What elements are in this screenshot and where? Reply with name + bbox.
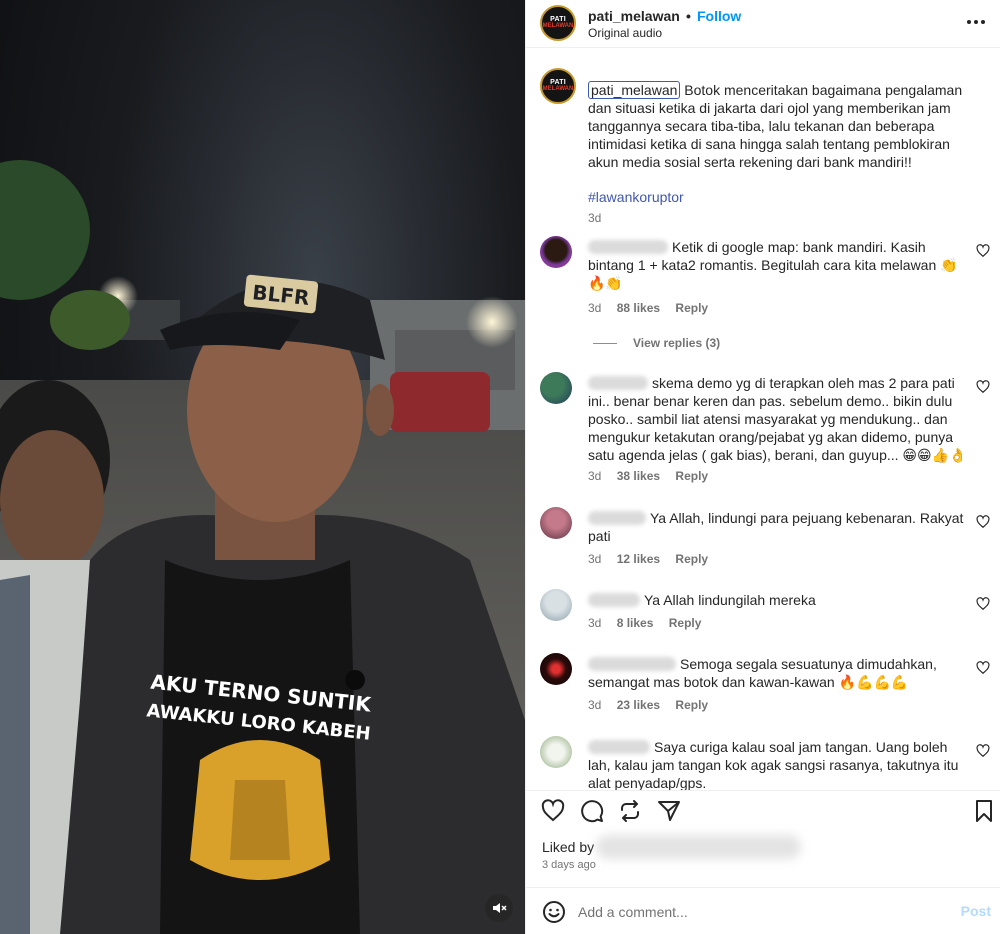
video-player[interactable]: AKU TERNO SUNTIK AWAKKU LORO KABEH BLFR [0,0,525,934]
mute-icon [493,903,507,913]
post-panel: PATI MELAWAN pati_melawan • Follow Origi… [525,0,1000,934]
comment-time: 3d [588,552,602,566]
caption-username[interactable]: pati_melawan [588,81,681,99]
caption-text-block: pati_melawan Botok menceritakan bagaiman… [588,81,978,171]
commenter-username[interactable] [588,740,650,754]
follow-button[interactable]: Follow [697,8,741,24]
liked-by-label[interactable]: Liked by [542,839,594,855]
commenter-avatar[interactable] [540,372,572,404]
heart-icon[interactable] [976,380,990,394]
comments-scroll[interactable]: PATI MELAWAN pati_melawan Botok mencerit… [526,58,1000,790]
add-comment-bar: Post [526,887,1000,934]
caption-avatar[interactable]: PATI MELAWAN [540,68,576,104]
comment-meta: 3d 12 likes Reply [588,552,720,566]
comment-meta: 3d 8 likes Reply [588,616,713,630]
comment-body: Semoga segala sesuatunya dimudahkan, sem… [588,655,968,691]
bookmark-icon[interactable] [972,799,996,823]
post-actions: Liked by 3 days ago [526,790,1000,886]
logo-text-1: PATI [550,16,566,23]
comment-time: 3d [588,301,602,315]
heart-icon[interactable] [976,661,990,675]
comment-likes[interactable]: 38 likes [617,469,660,483]
comment-time: 3d [588,469,602,483]
reply-button[interactable]: Reply [675,301,708,315]
comment-likes[interactable]: 8 likes [617,616,654,630]
hashtag-link[interactable]: #lawankoruptor [588,189,684,205]
comment-text: Ya Allah lindungilah mereka [644,592,816,608]
audio-label[interactable]: Original audio [588,26,662,40]
commenter-avatar[interactable] [540,736,572,768]
more-options-button[interactable] [964,10,988,34]
reply-button[interactable]: Reply [675,469,708,483]
post-button[interactable]: Post [961,903,991,919]
commenter-avatar[interactable] [540,507,572,539]
author-avatar[interactable]: PATI MELAWAN [540,5,576,41]
commenter-avatar[interactable] [540,589,572,621]
commenter-username[interactable] [588,511,646,525]
commenter-avatar[interactable] [540,653,572,685]
share-icon[interactable] [618,799,642,823]
reply-button[interactable]: Reply [669,616,702,630]
post-date[interactable]: 3 days ago [542,859,596,871]
mute-button[interactable] [485,894,513,922]
commenter-username[interactable] [588,593,640,607]
heart-icon[interactable] [976,597,990,611]
reply-button[interactable]: Reply [675,698,708,712]
caption-time: 3d [588,211,602,225]
comment-meta: 3d 23 likes Reply [588,698,720,712]
heart-icon[interactable] [976,744,990,758]
send-icon[interactable] [657,799,681,823]
comment-time: 3d [588,616,602,630]
commenter-username[interactable] [588,376,648,390]
comment-icon[interactable] [580,799,604,823]
author-username[interactable]: pati_melawan [588,8,680,24]
more-icon [967,20,985,24]
comment-likes[interactable]: 12 likes [617,552,660,566]
comment-body: Saya curiga kalau soal jam tangan. Uang … [588,738,968,790]
view-replies-button[interactable]: View replies (3) [633,336,720,350]
logo-text-1: PATI [550,79,566,86]
commenter-username[interactable] [588,657,676,671]
comment-meta: 3d 88 likes Reply [588,301,720,315]
video-frame: AKU TERNO SUNTIK AWAKKU LORO KABEH BLFR [0,160,525,934]
liked-by-users[interactable] [596,835,801,859]
logo-text-2: MELAWAN [542,86,574,92]
comment-body: Ketik di google map: bank mandiri. Kasih… [588,238,968,292]
heart-icon[interactable] [976,244,990,258]
commenter-username[interactable] [588,240,668,254]
comment-body: Ya Allah, lindungi para pejuang kebenara… [588,509,968,545]
like-heart-icon[interactable] [541,799,565,823]
comment-time: 3d [588,698,602,712]
comment-meta: 3d 38 likes Reply [588,469,720,483]
reply-button[interactable]: Reply [675,552,708,566]
post-header: PATI MELAWAN pati_melawan • Follow Origi… [526,0,1000,48]
comment-likes[interactable]: 23 likes [617,698,660,712]
separator-dot: • [686,8,691,24]
commenter-avatar[interactable] [540,236,572,268]
logo-text-2: MELAWAN [542,23,574,29]
emoji-icon[interactable] [542,900,566,924]
heart-icon[interactable] [976,515,990,529]
comment-body: skema demo yg di terapkan oleh mas 2 par… [588,374,968,464]
add-comment-input[interactable] [578,898,938,926]
comment-likes[interactable]: 88 likes [617,301,660,315]
comment-body: Ya Allah lindungilah mereka [588,591,968,609]
